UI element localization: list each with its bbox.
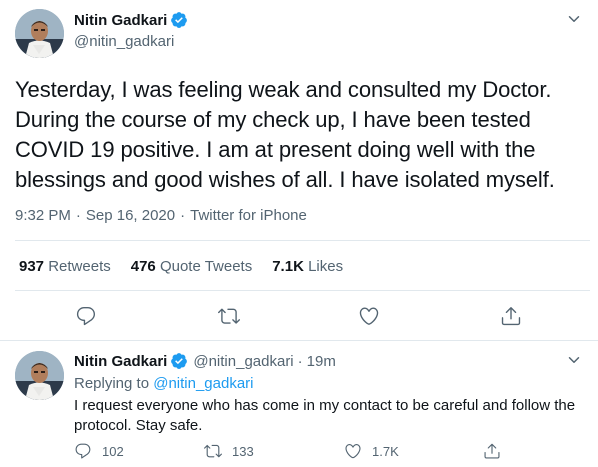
likes-label: Likes (308, 258, 344, 275)
replying-to: Replying to @nitin_gadkari (74, 375, 254, 392)
retweets-stat[interactable]: 937 Retweets (19, 258, 111, 275)
share-icon (484, 443, 500, 459)
retweet-icon[interactable] (218, 305, 240, 327)
verified-badge-icon (171, 12, 188, 28)
tweet-time[interactable]: 19m (307, 353, 336, 370)
tweet-meta: 9:32 PM · Sep 16, 2020 · Twitter for iPh… (15, 207, 307, 224)
quotes-stat[interactable]: 476 Quote Tweets (131, 258, 252, 275)
share-action[interactable] (483, 442, 501, 460)
retweet-icon (204, 444, 222, 458)
avatar[interactable] (15, 9, 64, 58)
like-count: 1.7K (372, 443, 399, 459)
meta-separator: · (297, 352, 303, 370)
author-name[interactable]: Nitin Gadkari (74, 353, 167, 370)
author-name[interactable]: Nitin Gadkari (74, 12, 167, 29)
main-tweet: Nitin Gadkari @nitin_gadkari Yesterday, … (0, 0, 598, 340)
like-icon (345, 444, 361, 459)
share-icon[interactable] (500, 305, 522, 327)
tweet-date[interactable]: Sep 16, 2020 (86, 207, 175, 224)
tweet-actions: 102 133 1.7K (74, 442, 584, 462)
reply-count: 102 (102, 443, 124, 459)
chevron-down-icon[interactable] (565, 351, 583, 369)
divider (15, 240, 590, 241)
replying-prefix: Replying to (74, 375, 150, 392)
meta-separator: · (180, 207, 186, 224)
like-action[interactable]: 1.7K (344, 442, 399, 460)
avatar-image (15, 9, 64, 58)
tweet-actions (0, 305, 598, 329)
chevron-down-icon[interactable] (565, 10, 583, 28)
reply-tweet[interactable]: Nitin Gadkari @nitin_gadkari · 19m Reply… (0, 341, 598, 467)
divider (15, 290, 590, 291)
reply-action[interactable]: 102 (74, 442, 124, 460)
retweet-count: 133 (232, 443, 254, 459)
verified-badge-icon (171, 353, 188, 369)
tweet-source[interactable]: Twitter for iPhone (190, 207, 307, 224)
quotes-count: 476 (130, 258, 156, 275)
avatar-image (15, 351, 64, 400)
retweets-count: 937 (19, 258, 45, 275)
author-handle[interactable]: @nitin_gadkari (74, 33, 174, 50)
like-icon[interactable] (358, 305, 380, 327)
replying-to-link[interactable]: @nitin_gadkari (153, 375, 253, 392)
quotes-label: Quote Tweets (159, 258, 253, 275)
likes-count: 7.1K (272, 258, 304, 275)
reply-header: Nitin Gadkari @nitin_gadkari · 19m (74, 352, 336, 370)
tweet-text: Yesterday, I was feeling weak and consul… (15, 77, 555, 192)
retweet-action[interactable]: 133 (204, 442, 254, 460)
avatar[interactable] (15, 351, 64, 400)
meta-separator: · (75, 207, 81, 224)
reply-icon (75, 443, 91, 459)
tweet-stats: 937 Retweets 476 Quote Tweets 7.1K Likes (19, 258, 343, 275)
reply-icon[interactable] (75, 305, 97, 327)
tweet-time[interactable]: 9:32 PM (15, 207, 71, 224)
likes-stat[interactable]: 7.1K Likes (272, 258, 343, 275)
tweet-text: I request everyone who has come in my co… (74, 397, 576, 434)
retweets-label: Retweets (48, 258, 111, 275)
author-handle[interactable]: @nitin_gadkari (193, 353, 293, 370)
